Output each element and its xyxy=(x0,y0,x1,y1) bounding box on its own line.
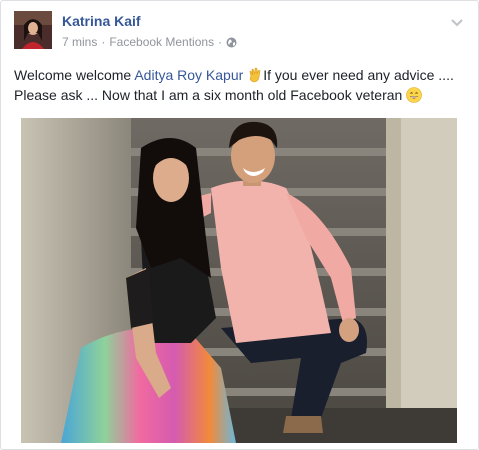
mention-link[interactable]: Aditya Roy Kapur xyxy=(134,67,243,83)
post-source[interactable]: Facebook Mentions xyxy=(109,35,214,49)
meta-separator-2: · xyxy=(218,35,223,49)
smiling-face-icon xyxy=(406,87,423,103)
waving-hand-icon xyxy=(247,67,263,83)
post-card: Katrina Kaif 7 mins · Facebook Mentions … xyxy=(0,0,479,450)
author-avatar[interactable] xyxy=(14,11,52,49)
post-text-before: Welcome welcome xyxy=(14,67,135,83)
chevron-down-icon[interactable] xyxy=(450,15,464,27)
globe-icon[interactable] xyxy=(226,37,237,48)
meta-separator: · xyxy=(101,35,106,49)
post-time[interactable]: 7 mins xyxy=(62,35,97,49)
author-name[interactable]: Katrina Kaif xyxy=(62,13,141,29)
post-text: Welcome welcome Aditya Roy Kapur If you … xyxy=(14,65,469,105)
post-photo[interactable] xyxy=(21,118,457,443)
post-meta: 7 mins · Facebook Mentions · xyxy=(62,35,237,49)
